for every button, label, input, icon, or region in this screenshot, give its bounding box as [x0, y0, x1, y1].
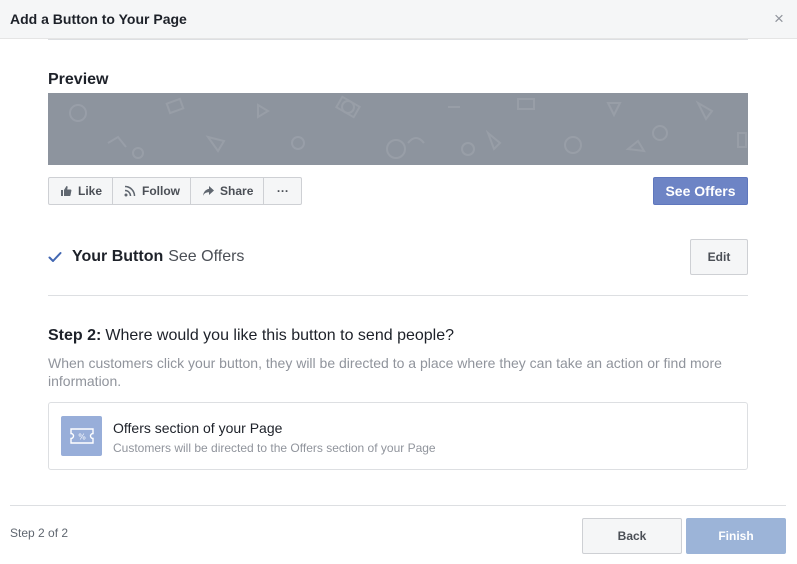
option-subtitle: Customers will be directed to the Offers… [113, 441, 436, 455]
checkmark-icon [48, 250, 64, 264]
offer-ticket-icon: % [61, 416, 102, 456]
thumbs-up-icon [59, 184, 73, 198]
page-action-buttons: Like Follow Share ··· [48, 177, 303, 205]
your-button-summary: Your Button See Offers [48, 246, 244, 268]
see-offers-button[interactable]: See Offers [653, 177, 748, 205]
cover-photo-placeholder [48, 93, 748, 165]
like-button[interactable]: Like [49, 178, 114, 204]
edit-button[interactable]: Edit [690, 239, 748, 275]
dialog-title: Add a Button to Your Page [10, 11, 187, 27]
follow-button[interactable]: Follow [113, 178, 192, 204]
dialog-header: Add a Button to Your Page × [0, 0, 797, 39]
option-title: Offers section of your Page [113, 420, 283, 436]
more-icon: ··· [276, 184, 289, 198]
step-count: Step 2 of 2 [10, 526, 69, 540]
preview-title: Preview [48, 71, 109, 88]
step-label: Step 2: [48, 327, 102, 344]
svg-text:%: % [78, 433, 86, 442]
your-button-value: See Offers [168, 248, 245, 265]
step-description: When customers click your button, they w… [48, 355, 722, 389]
more-options-button[interactable]: ··· [264, 178, 301, 204]
your-button-label: Your Button [72, 248, 164, 265]
close-icon[interactable]: × [771, 10, 787, 28]
top-divider [48, 39, 748, 40]
rss-icon [123, 184, 137, 198]
like-label: Like [78, 184, 103, 198]
back-button[interactable]: Back [582, 518, 682, 554]
share-arrow-icon [201, 184, 215, 198]
footer-divider [10, 505, 786, 506]
section-divider [48, 295, 748, 296]
step-heading: Step 2: Where would you like this button … [48, 327, 454, 345]
share-button[interactable]: Share [191, 178, 265, 204]
finish-button[interactable]: Finish [686, 518, 786, 554]
follow-label: Follow [142, 184, 181, 198]
offers-section-option[interactable]: % Offers section of your Page Customers … [48, 402, 748, 470]
step-question: Where would you like this button to send… [105, 327, 455, 344]
share-label: Share [220, 184, 254, 198]
